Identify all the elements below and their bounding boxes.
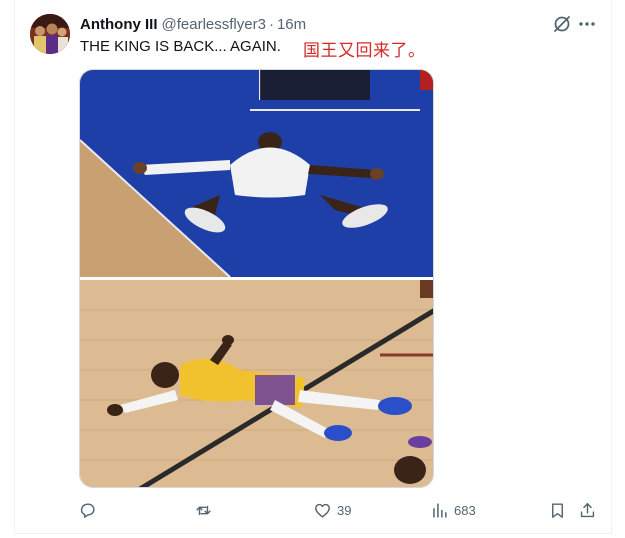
- retweet-button[interactable]: [194, 498, 218, 522]
- tweet-header: Anthony III @fearlessflyer3 · 16m: [80, 14, 306, 34]
- timestamp[interactable]: 16m: [277, 16, 306, 33]
- avatar[interactable]: [30, 14, 70, 54]
- tweet-media[interactable]: [79, 69, 434, 488]
- like-count: 39: [337, 502, 352, 518]
- media-photo-top[interactable]: [80, 70, 434, 278]
- action-bar: 39 683: [78, 498, 598, 522]
- like-icon: [315, 503, 330, 518]
- reply-icon: [80, 502, 95, 518]
- views-button[interactable]: 683: [430, 498, 476, 522]
- overlay-translation-note: 国王又回来了。: [303, 41, 426, 60]
- views-count: 683: [454, 502, 476, 518]
- author-name[interactable]: Anthony III: [80, 16, 158, 33]
- like-button[interactable]: 39: [313, 498, 351, 522]
- separator-dot: ·: [268, 15, 274, 33]
- tweet-text: THE KING IS BACK... AGAIN.: [80, 38, 281, 55]
- grok-icon[interactable]: [551, 13, 573, 35]
- retweet-icon: [196, 505, 211, 515]
- bookmark-button[interactable]: [548, 498, 567, 522]
- views-icon: [433, 502, 447, 518]
- bookmark-icon: [552, 502, 563, 518]
- author-handle[interactable]: @fearlessflyer3: [162, 16, 266, 33]
- media-photo-bottom[interactable]: [80, 280, 434, 488]
- reply-button[interactable]: [78, 498, 102, 522]
- share-button[interactable]: [578, 498, 597, 522]
- share-icon: [580, 502, 595, 517]
- more-icon[interactable]: [576, 13, 598, 35]
